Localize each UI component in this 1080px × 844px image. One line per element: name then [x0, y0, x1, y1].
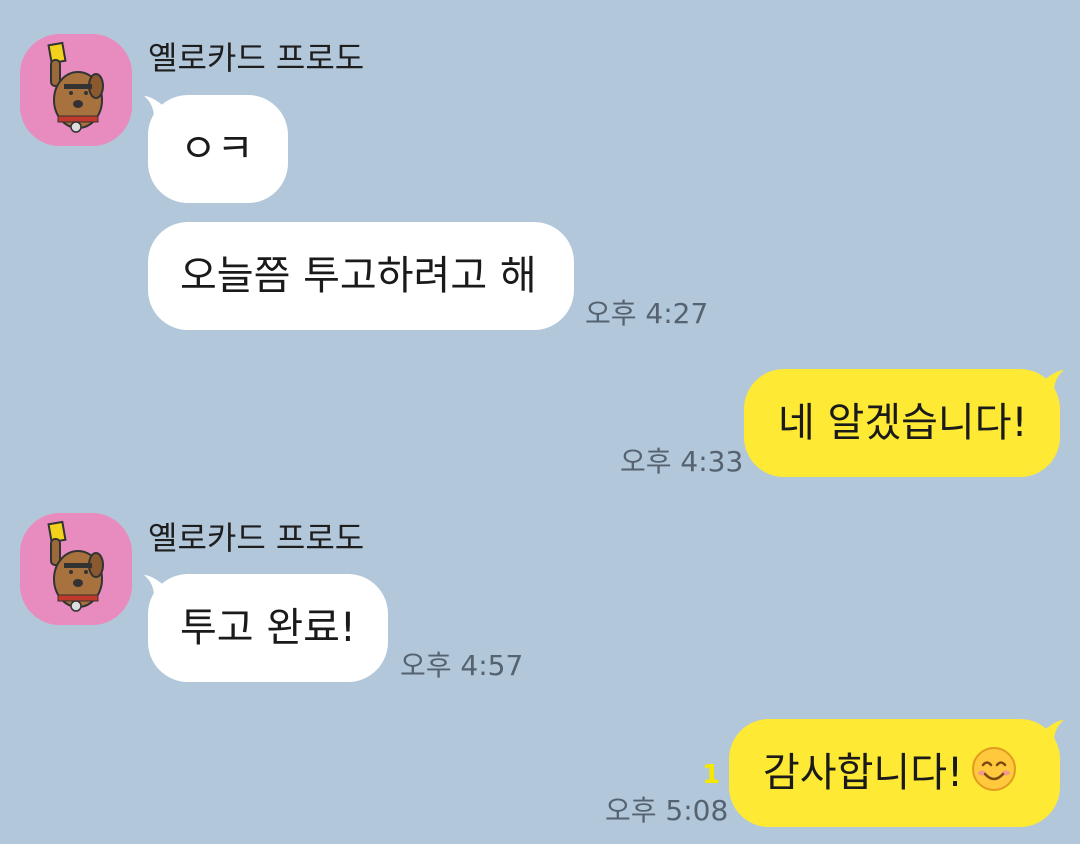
bubble-tail: [1042, 370, 1064, 392]
message-timestamp: 오후 5:08: [605, 794, 729, 827]
message-text: 감사합니다!: [763, 750, 964, 796]
message-bubble-incoming[interactable]: ㅇㅋ: [148, 95, 288, 203]
smiling-face-icon: [972, 747, 1017, 791]
unread-count-badge: 1: [702, 760, 721, 790]
message-timestamp: 오후 4:57: [400, 649, 524, 682]
sender-avatar[interactable]: [20, 34, 132, 146]
message-bubble-outgoing[interactable]: 네 알겠습니다!: [744, 369, 1060, 477]
frodo-yellow-card-avatar-icon: [20, 513, 132, 625]
bubble-tail: [1042, 720, 1064, 742]
message-bubble-incoming[interactable]: 오늘쯤 투고하려고 해: [148, 222, 574, 330]
message-text: 투고 완료!: [180, 605, 356, 651]
message-timestamp: 오후 4:27: [585, 297, 709, 330]
message-text: ㅇㅋ: [180, 126, 254, 172]
sender-avatar[interactable]: [20, 513, 132, 625]
message-bubble-outgoing[interactable]: 감사합니다!: [729, 719, 1060, 827]
sender-name: 옐로카드 프로도: [148, 519, 365, 557]
sender-name: 옐로카드 프로도: [148, 39, 365, 77]
frodo-yellow-card-avatar-icon: [20, 34, 132, 146]
message-timestamp: 오후 4:33: [620, 445, 744, 478]
message-text: 오늘쯤 투고하려고 해: [180, 253, 537, 299]
message-bubble-incoming[interactable]: 투고 완료!: [148, 574, 388, 682]
message-text: 네 알겠습니다!: [778, 400, 1028, 446]
